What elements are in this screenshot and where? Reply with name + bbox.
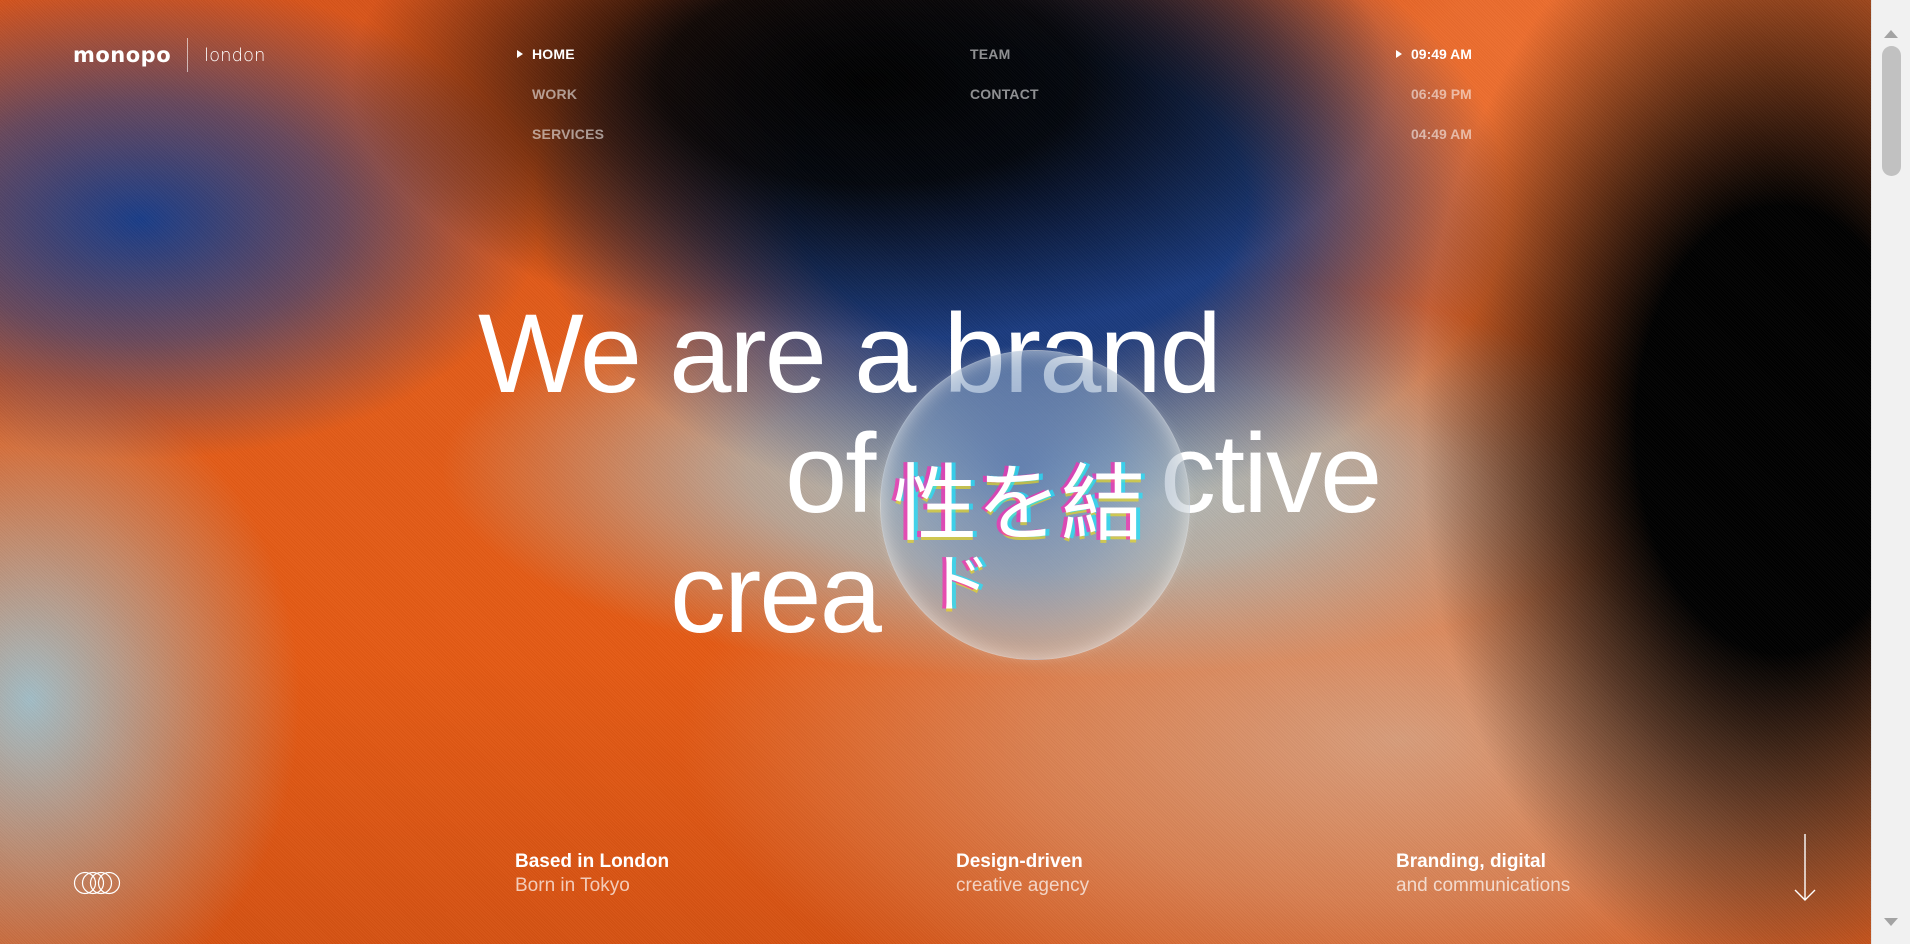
- rings-logo-icon: [73, 871, 121, 895]
- nav-item-label: TEAM: [970, 46, 1011, 62]
- active-marker-icon: [1396, 50, 1402, 58]
- footer-strong-text: Design-driven: [956, 851, 1083, 872]
- nav-item-label: HOME: [532, 46, 575, 62]
- clock-time-other: 04:49 AM: [1411, 126, 1472, 142]
- nav-item-label: SERVICES: [532, 126, 605, 142]
- brand-city: london: [204, 44, 266, 66]
- logo-divider: [187, 38, 189, 72]
- headline-line-2: of: [785, 411, 876, 536]
- hero-background: monopo london HOME WORK SERVICES TEAM CO…: [0, 0, 1871, 944]
- page-scrollbar[interactable]: [1871, 0, 1910, 944]
- footer-strong-text: Branding, digital: [1396, 851, 1546, 872]
- footer-info-services: Branding, digital and communications: [1396, 850, 1570, 898]
- nav-item-label: WORK: [532, 86, 578, 102]
- clock-time-tokyo: 06:49 PM: [1411, 86, 1472, 102]
- footer-light-text: and communications: [1396, 875, 1571, 896]
- arrow-down-icon[interactable]: [1792, 834, 1818, 902]
- footer-info-location: Based in London Born in Tokyo: [515, 850, 669, 898]
- clock-value: 04:49 AM: [1411, 126, 1472, 142]
- footer-strong-text: Based in London: [515, 851, 670, 872]
- scrollbar-thumb[interactable]: [1882, 46, 1901, 176]
- headline-line-2-end: ctive: [1160, 411, 1382, 536]
- site-logo[interactable]: monopo london: [73, 38, 265, 72]
- glass-lens: 性を結 ド: [880, 350, 1190, 660]
- footer-light-text: Born in Tokyo: [515, 875, 630, 896]
- nav-item-home[interactable]: HOME: [517, 46, 575, 62]
- nav-item-services[interactable]: SERVICES: [532, 126, 604, 142]
- scroll-up-icon[interactable]: [1884, 30, 1898, 38]
- nav-item-work[interactable]: WORK: [532, 86, 577, 102]
- clock-value: 06:49 PM: [1411, 86, 1472, 102]
- footer-light-text: creative agency: [956, 875, 1090, 896]
- nav-item-team[interactable]: TEAM: [970, 46, 1010, 62]
- scroll-down-icon[interactable]: [1884, 918, 1898, 926]
- lens-japanese-text-2: ド: [927, 548, 991, 622]
- nav-item-label: CONTACT: [970, 86, 1039, 102]
- active-marker-icon: [517, 50, 523, 58]
- brand-name: monopo: [73, 43, 172, 67]
- nav-item-contact[interactable]: CONTACT: [970, 86, 1039, 102]
- clock-value: 09:49 AM: [1411, 46, 1472, 62]
- clock-time-london: 09:49 AM: [1396, 46, 1472, 62]
- headline-line-3: crea: [670, 531, 882, 656]
- footer-info-agency: Design-driven creative agency: [956, 850, 1089, 898]
